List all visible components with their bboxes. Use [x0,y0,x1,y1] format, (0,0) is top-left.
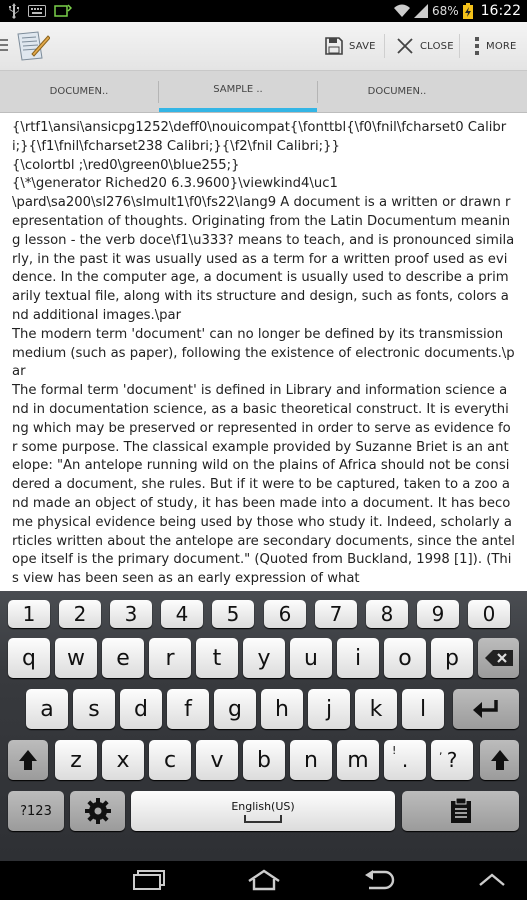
key-3[interactable]: 3 [110,600,152,628]
back-icon [365,870,395,890]
signal-icon [413,4,428,18]
key-z[interactable]: z [55,740,97,780]
key-9[interactable]: 9 [417,600,459,628]
key-m[interactable]: m [337,740,379,780]
tab-sample[interactable]: SAMPLE .. [159,71,317,112]
document-editor[interactable]: {\rtf1\ansi\ansicpg1252\deff0\nouicompat… [0,113,527,591]
key-5[interactable]: 5 [212,600,254,628]
shift-icon [490,750,509,770]
drawer-icon[interactable] [0,39,8,54]
key-question[interactable]: , ? [431,740,473,780]
recent-apps-button[interactable] [129,867,169,893]
key-x[interactable]: x [102,740,144,780]
more-label: MORE [486,40,517,52]
save-button[interactable]: SAVE [325,22,376,70]
clipboard-icon [450,798,471,823]
key-0[interactable]: 0 [468,600,510,628]
shift-left-key[interactable] [8,740,48,780]
soft-keyboard: 1 2 3 4 5 6 7 8 9 0 q w e r t y u i o p … [0,591,527,861]
key-e[interactable]: e [102,638,144,678]
key-h[interactable]: h [261,689,303,729]
key-6[interactable]: 6 [264,600,306,628]
document-text[interactable]: {\rtf1\ansi\ansicpg1252\deff0\nouicompat… [0,113,527,589]
save-icon [325,37,343,55]
clock: 16:22 [480,3,521,19]
overflow-menu-icon [475,37,479,55]
key-7[interactable]: 7 [315,600,357,628]
key-d[interactable]: d [120,689,162,729]
battery-charging-notification-icon [54,4,72,17]
key-v[interactable]: v [196,740,238,780]
key-o[interactable]: o [384,638,426,678]
tab-document-1[interactable]: DOCUMEN.. [0,71,158,112]
key-4[interactable]: 4 [161,600,203,628]
key-p[interactable]: p [431,638,473,678]
key-s[interactable]: s [73,689,115,729]
navigation-bar [0,861,527,900]
shift-right-key[interactable] [480,740,519,780]
settings-key[interactable] [70,791,125,831]
close-button[interactable]: CLOSE [396,22,454,70]
key-period-alt: ! [392,744,397,757]
key-l[interactable]: l [402,689,444,729]
key-8[interactable]: 8 [366,600,408,628]
key-u[interactable]: u [290,638,332,678]
key-c[interactable]: c [149,740,191,780]
recent-apps-icon [133,870,165,890]
keyboard-language: English(US) [231,799,295,813]
keyboard-notification-icon [28,5,46,17]
key-f[interactable]: f [167,689,209,729]
shift-icon [19,750,37,770]
status-bar: 68% 16:22 [0,0,527,22]
tab-document-2[interactable]: DOCUMEN.. [318,71,476,112]
key-i[interactable]: i [337,638,379,678]
gear-icon [84,798,111,824]
key-a[interactable]: a [26,689,68,729]
tab-bar: DOCUMEN.. SAMPLE .. DOCUMEN.. [0,71,527,113]
key-period[interactable]: ! . [384,740,426,780]
key-t[interactable]: t [196,638,238,678]
save-label: SAVE [349,40,376,52]
key-q[interactable]: q [8,638,50,678]
key-r[interactable]: r [149,638,191,678]
key-y[interactable]: y [243,638,285,678]
key-b[interactable]: b [243,740,285,780]
key-1[interactable]: 1 [8,600,50,628]
home-button[interactable] [244,867,284,893]
backspace-icon [484,650,513,666]
backspace-key[interactable] [478,638,519,678]
key-w[interactable]: w [55,638,97,678]
key-2[interactable]: 2 [59,600,101,628]
enter-key[interactable] [453,689,519,729]
close-label: CLOSE [420,40,454,52]
key-k[interactable]: k [355,689,397,729]
symbols-key[interactable]: ?123 [8,791,64,831]
home-icon [248,869,280,891]
back-button[interactable] [358,867,398,893]
battery-percent: 68% [431,4,459,18]
space-icon [244,814,282,823]
hide-keyboard-button[interactable] [472,867,512,893]
close-icon [397,38,413,54]
key-j[interactable]: j [308,689,350,729]
chevron-down-icon [479,873,505,886]
wifi-icon [393,4,410,17]
more-button[interactable]: MORE [474,22,517,70]
clipboard-key[interactable] [402,791,519,831]
space-key[interactable]: English(US) [131,791,395,831]
enter-icon [473,700,498,718]
app-logo-icon[interactable] [12,30,50,62]
battery-icon [462,3,473,19]
key-g[interactable]: g [214,689,256,729]
usb-icon [9,3,19,19]
key-question-alt: , [439,744,443,757]
key-n[interactable]: n [290,740,332,780]
action-bar: SAVE CLOSE MORE [0,22,527,71]
